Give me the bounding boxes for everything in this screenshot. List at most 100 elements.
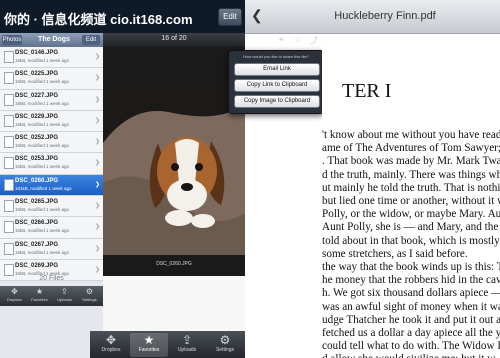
file-name: DSC_0269.JPG [15, 262, 59, 269]
file-meta: 16kB, modified 1 week ago [15, 143, 70, 149]
file-count: 20 Files [39, 275, 64, 282]
chevron-right-icon: ❯ [95, 181, 101, 188]
text-line: . That book was made by Mr. Mark Twain, … [322, 155, 500, 168]
viewer-toolbar: 16 of 20 [103, 33, 245, 47]
upload-icon: ⇪ [181, 333, 193, 347]
text-line: Aunt Polly, she is — and Mary, and the W… [322, 221, 500, 234]
file-icon [4, 242, 14, 255]
file-meta: 16kB, modified 1 week ago [15, 79, 70, 85]
text-line: he money that the robbers hid in the cav… [322, 274, 500, 287]
file-list-item[interactable]: DSC_0267.JPG 16kB, modified 1 week ago ❯ [0, 238, 103, 260]
email-link-button[interactable]: Email Link [234, 63, 320, 76]
file-list-item[interactable]: DSC_0229.JPG 16kB, modified 1 week ago ❯ [0, 110, 103, 133]
file-meta: 16kB, modified 1 week ago [15, 121, 70, 127]
file-list-item[interactable]: DSC_0252.JPG 16kB, modified 1 week ago ❯ [0, 132, 103, 154]
chevron-right-icon: ❯ [95, 203, 101, 210]
file-icon [4, 178, 14, 191]
file-name: DSC_0260.JPG [15, 177, 59, 184]
tab-favorites[interactable]: ★ Favorites [27, 287, 52, 305]
share-toolbar: ⚭ ☆ ⤴ [276, 33, 326, 47]
text-line: d allow she would sivilize me; but it w [322, 353, 495, 358]
file-name: DSC_0266.JPG [15, 220, 59, 227]
text-line: but lied one time or another, without it… [322, 195, 500, 207]
dog-photo[interactable] [103, 83, 245, 255]
tab-label: Favorites [138, 347, 160, 353]
chevron-right-icon: ❯ [95, 96, 101, 103]
text-line: fetched us a dollar a day apiece all the… [322, 327, 500, 339]
file-name: DSC_0146.JPG [15, 50, 59, 56]
document-header: ❮ Huckleberry Finn.pdf [245, 0, 500, 34]
star-icon: ★ [143, 333, 155, 347]
file-list-item[interactable]: DSC_0225.JPG 16kB, modified 1 week ago ❯ [0, 68, 103, 90]
tab-uploads[interactable]: ⇪ Uploads [168, 333, 206, 357]
tab-label: Uploads [57, 297, 72, 302]
tab-dropbox[interactable]: ✥ Dropbox [2, 287, 27, 305]
file-name: DSC_0253.JPG [15, 156, 59, 163]
image-viewer: 16 of 20 DSC_0260.JPG [103, 33, 245, 276]
text-line: h. We got six thousand dollars apiece — … [322, 287, 500, 300]
page-counter: 16 of 20 [161, 35, 187, 42]
file-list-item[interactable]: DSC_0265.JPG 16kB, modified 1 week ago ❯ [0, 196, 103, 218]
file-meta: 16kB, modified 1 week ago [15, 100, 70, 106]
chevron-right-icon: ❯ [95, 224, 101, 231]
file-icon [4, 136, 14, 149]
text-line: ame of The Adventures of Tom Sawyer; but [322, 142, 500, 155]
gear-icon: ⚙ [85, 287, 94, 296]
back-button[interactable]: Photos [2, 35, 22, 45]
file-name: DSC_0267.JPG [15, 241, 59, 248]
file-list: DSC_0146.JPG 16kB, modified 1 week ago ❯ DS… [0, 47, 103, 282]
chevron-right-icon: ❯ [95, 139, 101, 146]
main-tab-bar: ✥ Dropbox ★ Favorites ⇪ Uploads ⚙ Settings [90, 331, 245, 358]
text-line: ut mainly he told the truth. That is not… [322, 181, 500, 194]
file-meta: 16kB, modified 1 week ago [15, 207, 70, 213]
text-line: was an awful sight of money when it was … [322, 300, 500, 313]
tab-label: Uploads [177, 347, 197, 353]
tab-label: Settings [215, 347, 235, 353]
file-list-item[interactable]: DSC_0227.JPG 16kB, modified 1 week ago ❯ [0, 89, 103, 111]
tab-label: Dropbox [6, 297, 23, 302]
tab-uploads[interactable]: ⇪ Uploads [52, 287, 77, 305]
link-icon[interactable]: ⚭ [278, 35, 285, 44]
file-icon [4, 200, 14, 213]
star-icon: ★ [35, 287, 44, 296]
dropbox-icon: ✥ [105, 333, 117, 347]
text-line: d the truth, mainly. There was things wh… [322, 168, 500, 181]
chevron-right-icon: ❯ [95, 117, 101, 124]
file-icon [4, 221, 14, 234]
sidebar-edit-button[interactable]: Edit [82, 35, 100, 45]
upload-icon: ⇪ [61, 287, 68, 296]
file-list-item[interactable]: DSC_0260.JPG 101kB, modified 1 week ago ❯ [0, 174, 103, 197]
file-list-item[interactable]: DSC_0146.JPG 16kB, modified 1 week ago ❯ [0, 47, 103, 69]
tab-settings[interactable]: ⚙ Settings [206, 333, 244, 357]
file-icon [4, 93, 14, 106]
copy-link-button[interactable]: Copy Link to Clipboard [234, 79, 320, 92]
file-meta: 16kB, modified 1 week ago [15, 228, 70, 234]
share-icon[interactable]: ⤴ [310, 35, 318, 46]
text-line: some stretchers, as I said before. [322, 247, 468, 260]
star-icon[interactable]: ☆ [294, 35, 301, 44]
tab-dropbox[interactable]: ✥ Dropbox [92, 333, 130, 357]
folder-title: The Dogs [38, 36, 70, 43]
chevron-left-icon[interactable]: ❮ [251, 7, 263, 24]
tab-label: Dropbox [101, 347, 121, 353]
file-list-item[interactable]: DSC_0253.JPG 16kB, modified 1 week ago ❯ [0, 153, 103, 175]
file-list-item[interactable]: DSC_0266.JPG 16kB, modified 1 week ago ❯ [0, 217, 103, 239]
file-meta: 16kB, modified 1 week ago [15, 164, 70, 170]
file-icon [4, 157, 14, 170]
share-prompt: How would you like to share this file? [243, 54, 309, 59]
tab-label: Favorites [31, 297, 48, 302]
chevron-right-icon: ❯ [95, 266, 101, 273]
pdf-page[interactable]: TER I 't know about me without you have … [322, 47, 500, 358]
text-line: the way that the book winds up is this: … [322, 261, 500, 273]
copy-image-button[interactable]: Copy Image to Clipboard [234, 95, 320, 108]
sidebar-navbar: Photos The Dogs Edit [0, 33, 103, 47]
tab-settings[interactable]: ⚙ Settings [77, 287, 102, 305]
file-icon [4, 72, 14, 85]
chevron-right-icon: ❯ [95, 75, 101, 82]
dropbox-icon: ✥ [11, 287, 18, 296]
photo-caption: DSC_0260.JPG [156, 261, 192, 267]
edit-button[interactable]: Edit [218, 8, 242, 26]
tab-favorites[interactable]: ★ Favorites [130, 333, 168, 357]
document-title: Huckleberry Finn.pdf [334, 10, 436, 22]
text-line: could tell what to do with. The Widow D [322, 340, 500, 353]
